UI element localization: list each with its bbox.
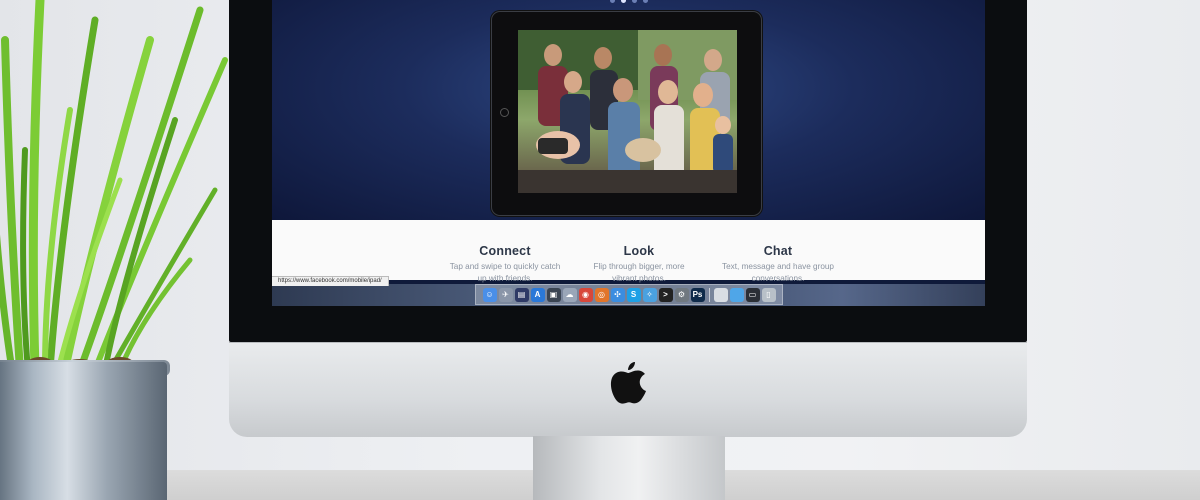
- screen-bezel: Connect Tap and swipe to quickly catch u…: [229, 0, 1027, 342]
- carousel-dot[interactable]: [632, 0, 637, 3]
- carousel-dot-active[interactable]: [621, 0, 626, 3]
- feature-title: Look: [623, 244, 655, 258]
- folder-icon[interactable]: [729, 287, 744, 302]
- group-photo-image: [518, 30, 737, 193]
- feature-description-line: Text, message and have group: [722, 262, 834, 271]
- preferences-icon[interactable]: ⚙: [674, 287, 689, 302]
- group-photo: [518, 30, 737, 193]
- imac-stand: [533, 436, 725, 500]
- imac-chin: [229, 342, 1027, 437]
- browser-status-url: https://www.facebook.com/mobile/ipad/: [272, 276, 389, 286]
- carousel-dot[interactable]: [643, 0, 648, 3]
- terminal-icon[interactable]: >: [658, 287, 673, 302]
- chrome-icon[interactable]: ◉: [578, 287, 593, 302]
- ipad-device: [491, 11, 762, 216]
- compass-icon[interactable]: ✧: [642, 287, 657, 302]
- photoshop-icon[interactable]: Ps: [690, 287, 705, 302]
- screen-icon[interactable]: ▭: [745, 287, 760, 302]
- document-icon[interactable]: [713, 287, 728, 302]
- feature-title: Chat: [763, 244, 793, 258]
- mission-control-icon[interactable]: ▤: [514, 287, 529, 302]
- carousel-dots[interactable]: [610, 0, 648, 3]
- feature-connect: Connect Tap and swipe to quickly catch u…: [435, 244, 575, 285]
- feature-description: Tap and swipe to quickly catch up with f…: [435, 261, 575, 285]
- carousel-dot[interactable]: [610, 0, 615, 3]
- firefox-icon[interactable]: ◎: [594, 287, 609, 302]
- mac-dock: ☺ ✈ ▤ A ▣ ☁ ◉ ◎ ✣ S ✧ > ⚙ Ps ▭ ▯: [475, 284, 783, 305]
- feature-description: Text, message and have group conversatio…: [708, 261, 848, 285]
- trash-icon[interactable]: ▯: [761, 287, 776, 302]
- dock-separator: [708, 287, 710, 302]
- app-store-icon[interactable]: A: [530, 287, 545, 302]
- display-screen: Connect Tap and swipe to quickly catch u…: [272, 0, 985, 306]
- feature-chat: Chat Text, message and have group conver…: [708, 244, 848, 285]
- cloud-icon[interactable]: ☁: [562, 287, 577, 302]
- potted-plant: [0, 0, 240, 380]
- safari-icon[interactable]: ✣: [610, 287, 625, 302]
- feature-look: Look Flip through bigger, more vibrant p…: [569, 244, 709, 285]
- plant-leaves-icon: [0, 0, 228, 375]
- ipad-home-button: [500, 108, 509, 117]
- imac-computer: Connect Tap and swipe to quickly catch u…: [229, 0, 1027, 437]
- apple-logo-icon: [610, 362, 646, 404]
- hero-banner: [272, 0, 985, 220]
- feature-description-line: Tap and swipe to quickly catch: [449, 262, 561, 271]
- features-section: Connect Tap and swipe to quickly catch u…: [272, 220, 985, 283]
- feature-description-line: Flip through bigger, more: [593, 262, 685, 271]
- metal-pot: [0, 362, 167, 500]
- launchpad-icon[interactable]: ✈: [498, 287, 513, 302]
- skype-icon[interactable]: S: [626, 287, 641, 302]
- photo-icon[interactable]: ▣: [546, 287, 561, 302]
- finder-icon[interactable]: ☺: [482, 287, 497, 302]
- feature-description: Flip through bigger, more vibrant photos…: [569, 261, 709, 285]
- feature-title: Connect: [479, 244, 531, 258]
- desk-scene: Connect Tap and swipe to quickly catch u…: [0, 0, 1200, 500]
